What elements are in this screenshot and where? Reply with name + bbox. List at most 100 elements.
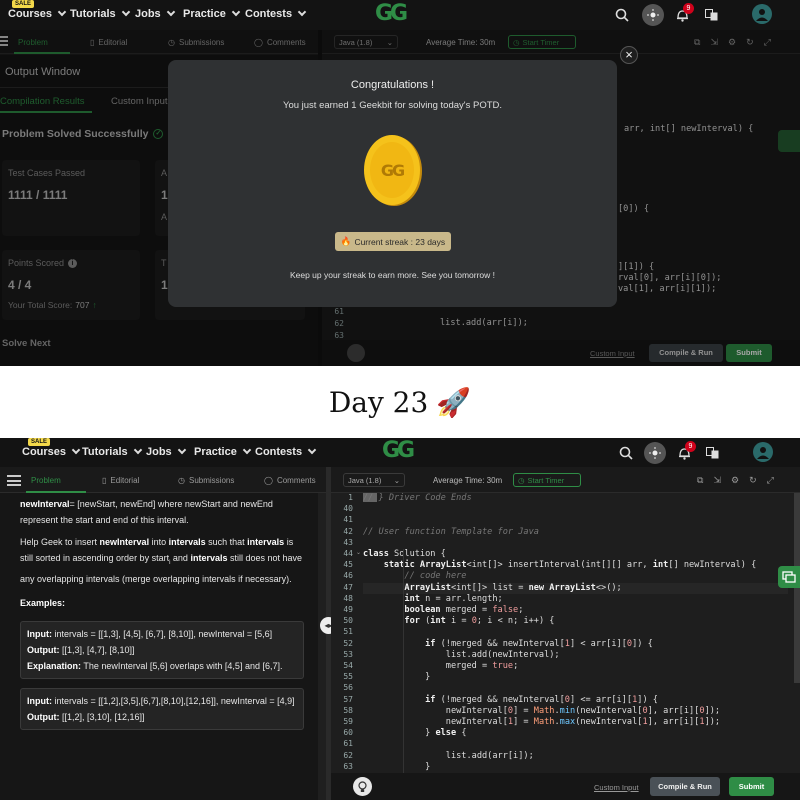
- paragraph-text: such that: [205, 537, 248, 547]
- bold-term: intervals: [168, 537, 206, 547]
- code-token: {: [456, 728, 467, 739]
- translate-icon[interactable]: [705, 446, 719, 460]
- code-line: int n = arr.length;: [363, 593, 503, 604]
- avatar[interactable]: [752, 4, 772, 24]
- nav-jobs[interactable]: Jobs: [135, 7, 175, 20]
- bottom-navbar: SALE Courses Tutorials Jobs Practice Con…: [0, 438, 800, 467]
- language-select-value: Java (1.8): [348, 476, 382, 485]
- tab-comments[interactable]: ◯ Comments: [264, 476, 316, 485]
- settings-icon[interactable]: ⚙: [731, 475, 739, 486]
- nav-jobs[interactable]: Jobs: [146, 445, 186, 458]
- code-line: }: [363, 761, 431, 771]
- modal-message: You just earned 1 Geekbit for solving to…: [282, 100, 503, 111]
- search-icon[interactable]: [614, 7, 630, 23]
- menu-icon[interactable]: [7, 475, 21, 486]
- bold-term: newInterval: [99, 537, 150, 547]
- nav-courses[interactable]: Courses: [22, 445, 81, 458]
- copy-icon[interactable]: ⧉: [697, 475, 703, 486]
- code-token: (newInterval[: [575, 705, 643, 716]
- code-token: ] < arr[i][: [569, 638, 627, 649]
- example-label: Output:: [27, 644, 60, 655]
- code-token: Math: [533, 705, 555, 716]
- nav-practice[interactable]: Practice: [183, 7, 241, 20]
- line-number: 60: [343, 728, 353, 738]
- geekbit-coin-icon: GG: [361, 133, 423, 207]
- modal-footer-text: Keep up your streak to earn more. See yo…: [289, 270, 496, 280]
- bottom-code-editor[interactable]: 1 40 41 42 43 44 45 46 47 48 49 50 51 52…: [331, 493, 800, 773]
- examples-heading: Examples:: [20, 597, 66, 608]
- reset-icon[interactable]: ↻: [749, 475, 757, 486]
- code-line: } else {: [363, 728, 467, 739]
- line-number: 43: [343, 537, 353, 547]
- nav-contests[interactable]: Contests: [245, 7, 307, 20]
- problem-scrollbar[interactable]: [318, 493, 326, 800]
- lightbulb-icon[interactable]: [353, 777, 372, 796]
- nav-tutorials[interactable]: Tutorials: [70, 7, 130, 20]
- bottom-problem-tabs: Problem ▯ Editorial ◷ Submissions ◯ Comment…: [0, 467, 326, 493]
- paragraph-text: and: [170, 553, 191, 563]
- code-token: ] =: [513, 717, 534, 727]
- submit-button[interactable]: Submit: [729, 777, 774, 796]
- translate-icon[interactable]: [704, 8, 718, 22]
- code-token: int: [363, 593, 420, 604]
- theme-toggle-icon[interactable]: [642, 4, 664, 26]
- line-number: 63: [343, 761, 353, 771]
- nav-courses-label: Courses: [8, 8, 53, 20]
- tab-editorial[interactable]: ▯ Editorial: [102, 476, 139, 485]
- paragraph-text: Help Geek to insert: [20, 537, 100, 547]
- import-icon[interactable]: ⇲: [713, 475, 721, 486]
- nav-practice[interactable]: Practice: [194, 445, 252, 458]
- code-token: ]);: [704, 705, 721, 716]
- custom-input-link[interactable]: Custom Input: [594, 783, 639, 792]
- nav-practice-label: Practice: [194, 446, 237, 458]
- code-line: }: [363, 672, 431, 683]
- code-token: ] =: [513, 705, 534, 716]
- line-number: 48: [343, 593, 353, 603]
- example-value: The newInterval [5,6] overlaps with [4,5…: [83, 660, 283, 671]
- language-select[interactable]: Java (1.8) ⌄: [343, 473, 405, 487]
- sale-badge: SALE: [28, 438, 51, 446]
- timer-icon: ◷: [518, 476, 525, 485]
- fold-marker-icon[interactable]: ⌄: [356, 549, 361, 557]
- code-token: for: [363, 616, 420, 627]
- nav-courses[interactable]: Courses: [8, 7, 67, 20]
- line-number: 41: [343, 515, 353, 525]
- avatar[interactable]: [753, 442, 773, 462]
- line-number: 58: [343, 705, 353, 715]
- code-line: boolean merged = false;: [363, 605, 523, 615]
- chevron-down-icon: [57, 7, 67, 17]
- gfg-logo[interactable]: GG: [375, 1, 408, 26]
- line-number: 53: [343, 649, 353, 659]
- close-icon[interactable]: ×: [620, 46, 638, 64]
- start-timer-button[interactable]: ◷ Start Timer: [513, 473, 581, 487]
- nav-contests-label: Contests: [245, 8, 293, 20]
- code-token: ArrayList: [549, 582, 596, 593]
- tab-submissions[interactable]: ◷ Submissions: [178, 476, 234, 485]
- example-value: [[1,3], [4,7], [8,10]]: [62, 644, 135, 655]
- code-token: Solution {: [388, 549, 446, 559]
- chevron-down-icon: [242, 445, 252, 455]
- code-token: n = arr.length;: [419, 593, 503, 604]
- chat-icon[interactable]: [778, 566, 800, 588]
- theme-toggle-icon[interactable]: [644, 442, 666, 464]
- line-number: 46: [343, 571, 353, 581]
- nav-tutorials[interactable]: Tutorials: [82, 445, 142, 458]
- comment-icon: ◯: [264, 476, 273, 485]
- line-gutter: 1 40 41 42 43 44 45 46 47 48 49 50 51 52…: [331, 493, 359, 773]
- nav-courses-label: Courses: [22, 446, 67, 458]
- code-token: new: [528, 582, 550, 593]
- example-label: Output:: [27, 711, 60, 722]
- gfg-logo[interactable]: GG: [382, 438, 415, 463]
- notification-count-badge: 9: [685, 441, 696, 452]
- compile-run-button[interactable]: Compile & Run: [650, 777, 720, 796]
- chevron-down-icon: [231, 7, 241, 17]
- code-token: ]) {: [632, 638, 653, 649]
- fullscreen-icon[interactable]: ⤢: [767, 475, 774, 486]
- chevron-down-icon: [166, 7, 175, 17]
- code-token: ] <= arr[i][: [569, 694, 633, 705]
- example-label: Explanation:: [27, 660, 82, 671]
- nav-contests[interactable]: Contests: [255, 445, 317, 458]
- example-output: Output: [[1,2], [3,10], [12,16]]: [27, 709, 297, 725]
- search-icon[interactable]: [618, 445, 634, 461]
- tab-problem[interactable]: Problem: [31, 476, 61, 485]
